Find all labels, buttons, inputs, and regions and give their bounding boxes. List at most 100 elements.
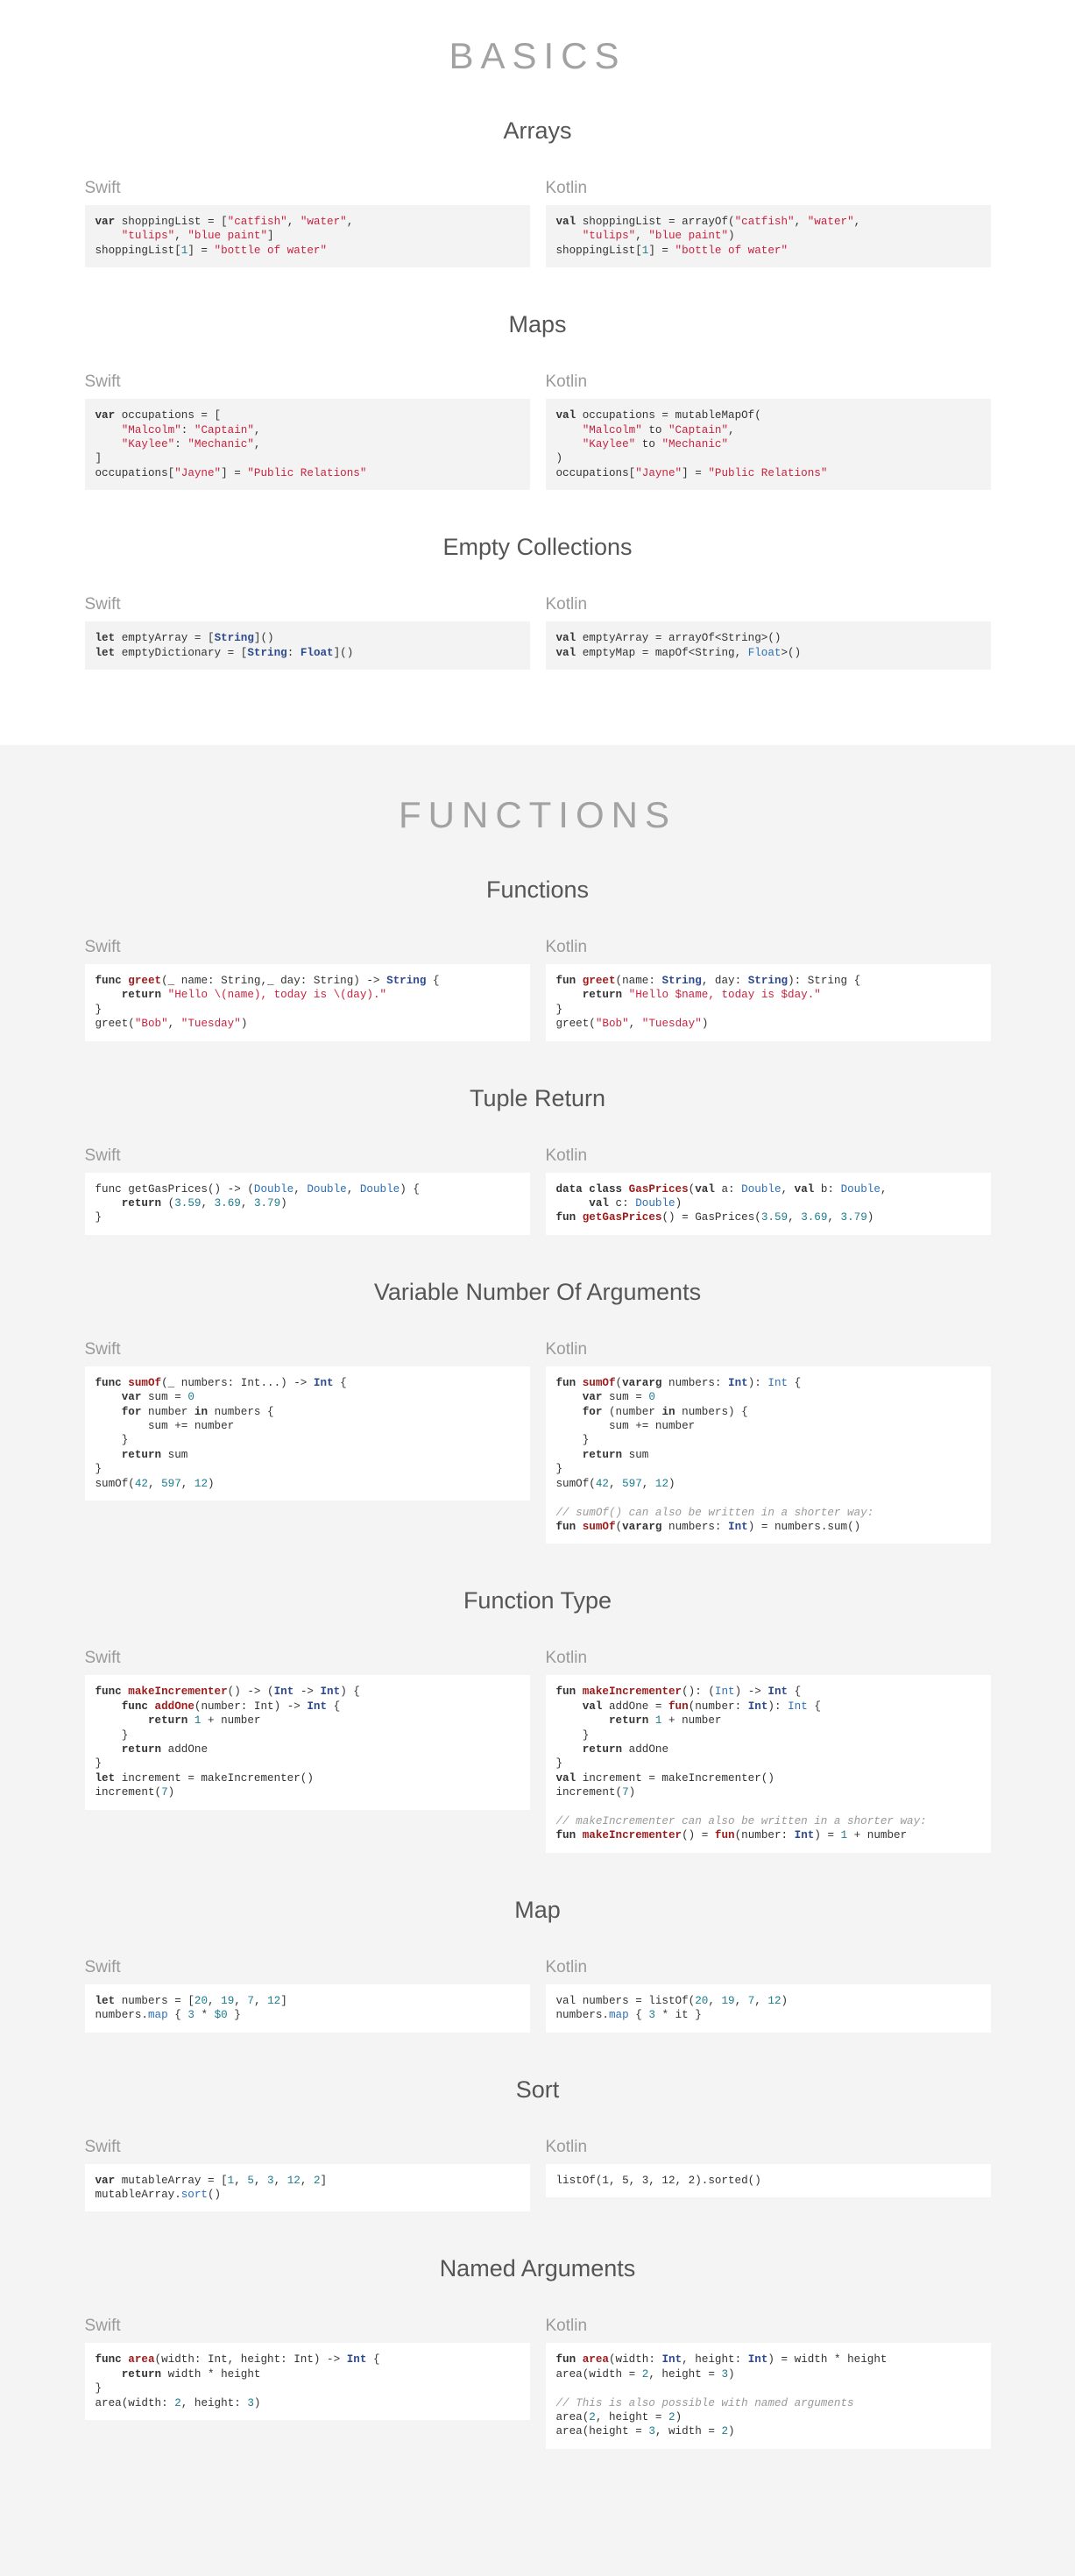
code-token: sumOf [582,1520,616,1533]
code-token: fun [555,1211,576,1224]
swift-label: Swift [84,595,121,614]
code-token: "Captain" [194,423,254,436]
code-token: 1 [227,2174,235,2187]
code-token: func [95,2353,122,2367]
kotlin-label: Kotlin [545,2137,588,2156]
swift-label: Swift [84,2137,121,2156]
code-token: "Tuesday" [641,1018,702,1031]
swift-code: var mutableArray = [1, 5, 3, 12, 2] muta… [84,2163,530,2212]
code-token: 2 [313,2174,321,2187]
code-token: fun [555,2353,576,2367]
code-token: greet [582,975,616,987]
code-token: for [121,1405,142,1418]
swift-code: let numbers = [20, 19, 7, 12] numbers.ma… [84,1983,530,2033]
code-token: // makeIncrementer can also be written i… [555,1814,927,1827]
kotlin-code: val occupations = mutableMapOf( "Malcolm… [545,399,991,491]
code-token: String [214,632,254,645]
code-token: Double [840,1182,881,1196]
code-token: 12 [286,2174,301,2187]
code-token: return [608,1714,649,1728]
code-token: \(day)." [327,989,387,1002]
swift-label: Swift [84,1339,121,1359]
code-token: map [608,2009,629,2022]
swift-label: Swift [84,1957,121,1976]
topic-title: Sort [515,2076,560,2103]
code-token: Double [359,1182,400,1196]
code-token: "Jayne" [174,466,222,479]
code-token: func [95,975,122,987]
code-token: area [128,2353,155,2367]
code-token: Int [313,1376,334,1389]
code-token: today is [273,989,328,1002]
code-token: Int [788,1700,808,1713]
code-token: makeIncrementer [582,1829,682,1842]
code-token: val [555,632,576,645]
code-token: 1 [654,1714,662,1728]
code-token: var [95,216,116,228]
topic-title: Tuple Return [469,1084,606,1111]
code-token: today is [721,989,774,1002]
code-token: Int [767,1376,789,1389]
code-token: // sumOf() can also be written in a shor… [555,1506,874,1519]
code-token: in [194,1405,209,1418]
swift-label: Swift [84,2317,121,2336]
code-token: "Malcolm" [121,423,181,436]
topic-empty-collections: Empty Collections Swift let emptyArray = … [0,532,1075,671]
code-token: Float [300,646,334,659]
code-token: 3.69 [801,1211,828,1224]
swift-label: Swift [84,179,121,197]
code-token: let [95,1994,116,2007]
code-token: for [582,1405,603,1418]
topic-maps: Maps Swift var occupations = [ "Malcolm":… [0,309,1075,491]
code-token: val [555,409,576,422]
kotlin-label: Kotlin [545,1146,588,1165]
code-token: val [794,1182,815,1196]
kotlin-label: Kotlin [545,1957,588,1976]
kotlin-label: Kotlin [545,373,588,392]
code-token: func [95,1376,122,1389]
kotlin-code: val numbers = listOf(20, 19, 7, 12) numb… [545,1983,991,2033]
code-token: 3.79 [253,1197,281,1210]
code-token: return [582,1448,623,1461]
code-token: val [555,646,576,659]
code-token: "Jayne" [635,466,682,479]
code-token: "bottle of water" [214,244,328,257]
code-token: 19 [221,1994,235,2007]
code-token: 3.59 [760,1211,789,1224]
code-token: 19 [721,1994,735,2007]
code-token: var [95,2174,116,2187]
topic-title: Arrays [503,117,572,144]
code-token: return [582,1742,623,1756]
code-token: Double [741,1182,781,1196]
code-token: "Tuesday" [180,1018,241,1031]
code-token: 20 [194,1994,209,2007]
code-token: 3.79 [840,1211,867,1224]
code-token: 3.59 [174,1197,202,1210]
code-token: "Bob" [595,1018,629,1031]
code-token: 3 [247,2396,254,2409]
code-token: $0 [214,2009,228,2022]
code-token: "catfish" [227,216,287,228]
topic-title: Map [514,1896,561,1923]
code-token: 0 [187,1391,194,1404]
functions-title: FUNCTIONS [399,794,676,835]
code-token: makeIncrementer [128,1685,228,1699]
code-token: 12 [267,1994,281,2007]
code-token: 3 [721,2367,729,2381]
code-token: Int [728,1376,748,1389]
code-token: 42 [595,1477,609,1490]
topic-functions: Functions Swift func greet(_ name: String… [0,875,1075,1041]
swift-code: func area(width: Int, height: Int) -> In… [84,2343,530,2421]
swift-code: var occupations = [ "Malcolm": "Captain"… [84,399,530,491]
code-token: val [555,216,576,228]
kotlin-code: val shoppingList = arrayOf("catfish", "w… [545,205,991,268]
code-token: Int [794,1829,815,1842]
code-token: makeIncrementer [582,1685,682,1699]
code-token: Int [714,1685,735,1699]
code-token: Int [273,1685,294,1699]
swift-code: var shoppingList = ["catfish", "water", … [84,205,530,268]
kotlin-label: Kotlin [545,595,588,614]
code-token: fun [555,1685,576,1699]
code-token: fun [555,1520,576,1533]
code-token: val [555,1771,576,1785]
